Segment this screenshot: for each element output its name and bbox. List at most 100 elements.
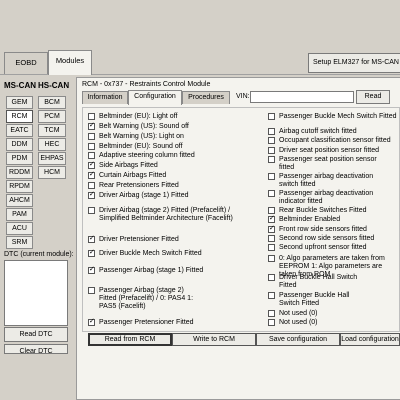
option-adaptive-steering-column[interactable]: Adaptive steering column fitted [88, 152, 258, 160]
module-eatc-button[interactable]: EATC [6, 124, 33, 137]
option-passenger-pretensioner[interactable]: Passenger Pretensioner Fitted [88, 318, 258, 327]
save-configuration-button[interactable]: Save configuration [256, 333, 340, 346]
ms-can-heading: MS-CAN [4, 81, 36, 90]
checkbox[interactable] [268, 137, 275, 144]
read-dtc-button[interactable]: Read DTC [4, 327, 68, 342]
tab-modules[interactable]: Modules [48, 50, 92, 75]
option-beltminder-eu-light-off[interactable]: Beltminder (EU): Light off [88, 113, 258, 121]
option-passenger-buckle-hall-switch[interactable]: Passenger Buckle Hall Switch Fitted [268, 292, 368, 308]
option-rear-pretensioners[interactable]: Rear Pretensioners Fitted [88, 182, 258, 190]
checkbox[interactable] [268, 156, 275, 163]
option-front-row-side-sensors[interactable]: Front row side sensors fitted [268, 225, 400, 234]
option-driver-airbag-stage2[interactable]: Driver Airbag (stage 2) Fitted (Prefacel… [88, 207, 238, 223]
option-driver-seat-position-sensor[interactable]: Driver seat position sensor fitted [268, 147, 400, 155]
checkbox[interactable] [268, 255, 275, 262]
module-ehpas-button[interactable]: EHPAS [38, 152, 66, 165]
module-rcm-button[interactable]: RCM [6, 110, 33, 123]
checkbox[interactable] [88, 207, 95, 214]
module-ahcm-button[interactable]: AHCM [6, 194, 33, 207]
option-airbag-cutoff-switch[interactable]: Airbag cutoff switch fitted [268, 128, 400, 136]
clear-dtc-button[interactable]: Clear DTC [4, 344, 68, 354]
tab-eobd[interactable]: EOBD [4, 52, 48, 74]
option-belt-warning-us-light-on[interactable]: Belt Warning (US): Light on [88, 133, 258, 141]
tab-configuration[interactable]: Configuration [128, 90, 182, 105]
tab-information[interactable]: Information [82, 91, 128, 104]
option-driver-buckle-hall-switch[interactable]: Driver Buckle Hall Switch Fitted [268, 274, 368, 290]
module-acu-button[interactable]: ACU [6, 222, 33, 235]
option-passenger-airbag-stage1[interactable]: Passenger Airbag (stage 1) Fitted [88, 266, 258, 275]
checkbox[interactable] [88, 266, 95, 274]
checkbox[interactable] [268, 319, 275, 326]
setup-elm327-button[interactable]: Setup ELM327 for MS-CAN bus [308, 53, 400, 73]
checkbox[interactable] [88, 191, 95, 199]
checkbox[interactable] [88, 235, 95, 243]
checkbox[interactable] [88, 122, 95, 130]
write-to-rcm-button[interactable]: Write to RCM [172, 333, 256, 346]
checkbox[interactable] [88, 287, 95, 294]
option-second-upfront-sensor[interactable]: Second upfront sensor fitted [268, 244, 400, 252]
tab-procedures[interactable]: Procedures [182, 91, 230, 104]
checkbox[interactable] [88, 133, 95, 140]
option-passenger-airbag-deactivation-switch[interactable]: Passenger airbag deactivation switch fit… [268, 173, 378, 189]
checkbox[interactable] [268, 310, 275, 317]
checkbox[interactable] [268, 113, 275, 120]
option-curtain-airbags[interactable]: Curtain Airbags Fitted [88, 171, 258, 180]
module-pcm-button[interactable]: PCM [38, 110, 66, 123]
checkbox[interactable] [268, 207, 275, 214]
option-passenger-airbag-stage2[interactable]: Passenger Airbag (stage 2) Fitted (Prefa… [88, 287, 198, 311]
module-rpdm-button[interactable]: RPDM [6, 180, 33, 193]
load-configuration-button[interactable]: Load configuration [340, 333, 400, 346]
checkbox[interactable] [88, 182, 95, 189]
option-passenger-airbag-deactivation-indicator[interactable]: Passenger airbag deactivation indicator … [268, 190, 378, 206]
module-rddm-button[interactable]: RDDM [6, 166, 33, 179]
option-rear-buckle-switches[interactable]: Rear Buckle Switches Fitted [268, 207, 400, 215]
checkbox[interactable] [268, 190, 275, 197]
read-from-rcm-button[interactable]: Read from RCM [88, 333, 172, 346]
checkbox[interactable] [88, 161, 95, 169]
checkbox[interactable] [268, 244, 275, 251]
vin-input[interactable] [250, 91, 354, 103]
option-driver-airbag-stage1[interactable]: Driver Airbag (stage 1) Fitted [88, 191, 258, 200]
option-passenger-buckle-mech-switch[interactable]: Passenger Buckle Mech Switch Fitted [268, 113, 400, 121]
option-second-row-side-sensors[interactable]: Second row side sensors fitted [268, 235, 400, 243]
option-beltminder-enabled[interactable]: Beltminder Enabled [268, 215, 400, 224]
checkbox[interactable] [268, 147, 275, 154]
module-pdm-button[interactable]: PDM [6, 152, 33, 165]
checkbox[interactable] [88, 143, 95, 150]
checkbox[interactable] [88, 171, 95, 179]
option-driver-buckle-mech-switch[interactable]: Driver Buckle Mech Switch Fitted [88, 249, 258, 258]
option-beltminder-eu-sound-off[interactable]: Beltminder (EU): Sound off [88, 143, 258, 151]
option-not-used-1[interactable]: Not used (0) [268, 310, 400, 318]
module-gem-button[interactable]: GEM [6, 96, 33, 109]
checkbox[interactable] [268, 225, 275, 233]
option-driver-pretensioner[interactable]: Driver Pretensioner Fitted [88, 235, 258, 244]
hs-can-heading: HS-CAN [38, 81, 70, 90]
checkbox[interactable] [268, 235, 275, 242]
checkbox[interactable] [88, 152, 95, 159]
module-ddm-button[interactable]: DDM [6, 138, 33, 151]
checkbox[interactable] [88, 249, 95, 257]
option-label: Belt Warning (US): Light on [99, 133, 184, 140]
module-pam-button[interactable]: PAM [6, 208, 33, 221]
read-vin-button[interactable]: Read [356, 90, 390, 104]
module-srm-button[interactable]: SRM [6, 236, 33, 249]
module-hcm-button[interactable]: HCM [38, 166, 66, 179]
checkbox[interactable] [268, 215, 275, 223]
dtc-list[interactable] [4, 260, 68, 326]
option-label: Airbag cutoff switch fitted [279, 128, 357, 135]
checkbox[interactable] [88, 318, 95, 326]
checkbox[interactable] [268, 128, 275, 135]
checkbox[interactable] [268, 292, 275, 299]
option-side-airbags[interactable]: Side Airbags Fitted [88, 161, 258, 170]
option-label: Adaptive steering column fitted [99, 152, 195, 159]
checkbox[interactable] [88, 113, 95, 120]
checkbox[interactable] [268, 173, 275, 180]
option-not-used-2[interactable]: Not used (0) [268, 319, 400, 327]
module-hec-button[interactable]: HEC [38, 138, 66, 151]
module-bcm-button[interactable]: BCM [38, 96, 66, 109]
option-occupant-classification-sensor[interactable]: Occupant classification sensor fitted [268, 137, 400, 145]
option-belt-warning-us-sound-off[interactable]: Belt Warning (US): Sound off [88, 122, 258, 131]
checkbox[interactable] [268, 274, 275, 281]
module-tcm-button[interactable]: TCM [38, 124, 66, 137]
option-passenger-seat-position-sensor[interactable]: Passenger seat position sensor fitted [268, 156, 380, 172]
